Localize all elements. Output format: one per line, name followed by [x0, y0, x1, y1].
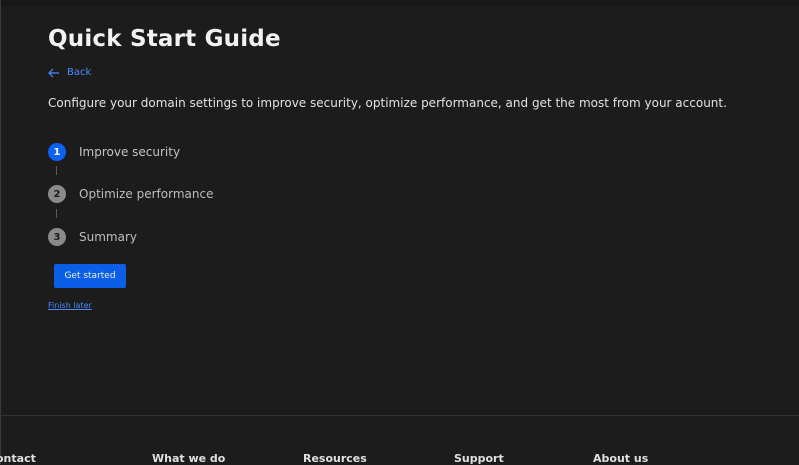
step-optimize-performance[interactable]: 2 Optimize performance	[48, 185, 213, 203]
page-description: Configure your domain settings to improv…	[48, 96, 727, 110]
back-link[interactable]: Back	[48, 67, 91, 78]
step-number: 1	[48, 143, 66, 161]
step-number: 3	[48, 228, 66, 246]
finish-later-link[interactable]: Finish later	[48, 301, 92, 310]
footer-heading-what-we-do[interactable]: What we do	[152, 452, 225, 465]
step-connector	[56, 209, 57, 218]
step-label: Summary	[79, 230, 137, 244]
step-label: Improve security	[79, 145, 181, 159]
step-summary[interactable]: 3 Summary	[48, 228, 137, 246]
left-border	[0, 0, 1, 464]
footer-divider	[0, 415, 799, 416]
footer-heading-contact[interactable]: ontact	[0, 452, 36, 465]
step-label: Optimize performance	[79, 187, 214, 201]
step-number: 2	[48, 185, 66, 203]
step-connector	[56, 166, 57, 175]
step-improve-security[interactable]: 1 Improve security	[48, 143, 180, 161]
footer-heading-resources[interactable]: Resources	[303, 452, 367, 465]
top-bar	[0, 0, 799, 6]
footer-heading-support[interactable]: Support	[454, 452, 504, 465]
footer-heading-about-us[interactable]: About us	[593, 452, 648, 465]
page-title: Quick Start Guide	[48, 26, 281, 52]
arrow-left-icon	[48, 68, 59, 77]
back-label: Back	[67, 67, 92, 78]
get-started-button[interactable]: Get started	[54, 264, 126, 288]
